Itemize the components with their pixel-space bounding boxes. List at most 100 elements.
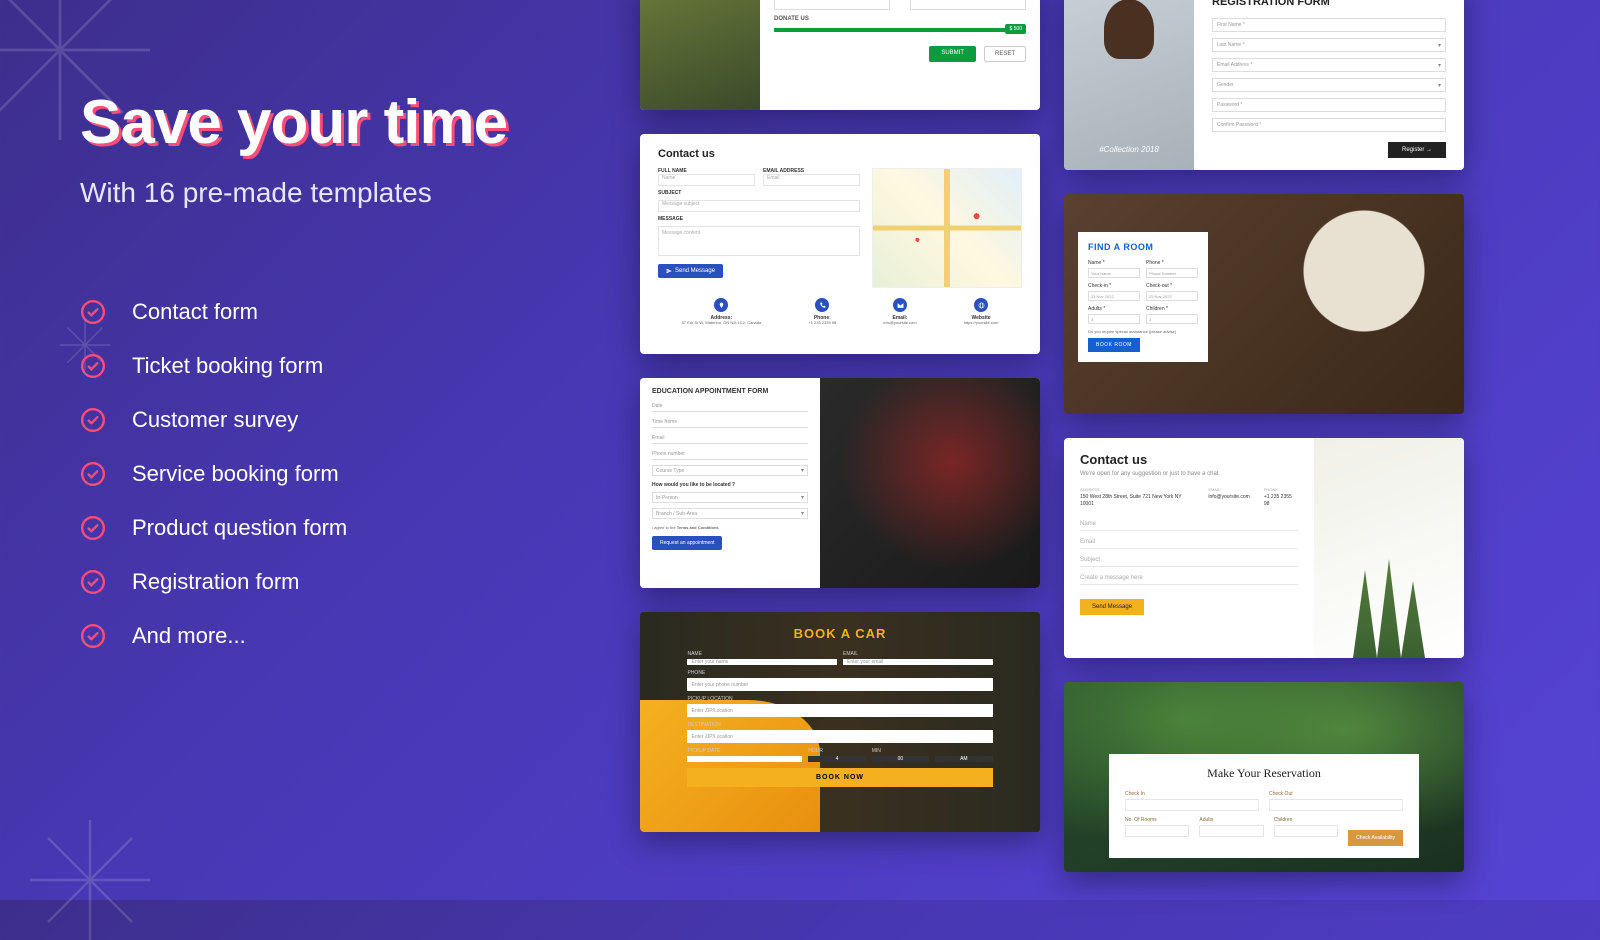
feature-label: Contact form [132, 299, 258, 325]
phone-input[interactable]: Phone Number [1146, 268, 1198, 278]
feature-item: Product question form [80, 515, 640, 541]
phone-input[interactable] [774, 0, 890, 10]
terms-text: I agree to the Terms and Conditions [652, 525, 808, 530]
adults-label: Adults [1199, 817, 1263, 823]
phone-value: +1 235 2355 98 [1264, 494, 1298, 507]
children-select[interactable]: 3 [1146, 314, 1198, 324]
feature-item: Ticket booking form [80, 353, 640, 379]
reset-button[interactable]: RESET [984, 46, 1026, 62]
send-message-button[interactable]: Send Message [1080, 599, 1144, 615]
decor-star-icon [30, 820, 150, 940]
ampm-select[interactable]: AM [935, 756, 992, 762]
message-input[interactable]: Create a message here [1080, 571, 1298, 585]
checkin-input[interactable]: 23 Nov 2022 [1088, 291, 1140, 301]
address-label: ADDRESS [1080, 487, 1194, 492]
form-title: EDUCATION APPOINTMENT FORM [652, 388, 808, 395]
location-question: How would you like to be located ? [652, 482, 808, 488]
min-select[interactable]: 00 [872, 756, 929, 762]
request-appointment-button[interactable]: Request an appointment [652, 536, 722, 550]
template-book-car-form: BOOK A CAR NAMEEnter your name EMAILEnte… [640, 612, 1040, 832]
email-input[interactable]: Email [763, 174, 860, 186]
map-widget[interactable] [872, 168, 1022, 288]
name-input[interactable]: Name [1080, 517, 1298, 531]
donate-label: DONATE US [774, 16, 1026, 22]
template-contact-simple-form: Contact us We're open for any suggestion… [1064, 438, 1464, 658]
pickup-date-label: PICKUP DATE [687, 748, 802, 754]
course-select[interactable]: Course Type▾ [652, 465, 808, 476]
form-title: Contact us [1080, 452, 1298, 467]
gender-select[interactable]: Gender▾ [1212, 78, 1446, 92]
message-textarea[interactable]: Message content [658, 226, 860, 256]
check-circle-icon [80, 353, 106, 379]
rooms-select[interactable] [1125, 825, 1189, 837]
date-input[interactable]: Date [652, 401, 808, 412]
submit-button[interactable]: SUBMIT [929, 46, 976, 62]
feature-label: Customer survey [132, 407, 298, 433]
pickup-input[interactable]: Enter ZIP/Location [687, 704, 992, 717]
pickup-date-input[interactable] [687, 756, 802, 762]
time-input[interactable]: Time frame [652, 417, 808, 428]
hour-select[interactable]: 4 [808, 756, 865, 762]
fullname-input[interactable]: Name [658, 174, 755, 186]
children-select[interactable] [1274, 825, 1338, 837]
form-title: Contact us [658, 148, 1022, 160]
feature-label: And more... [132, 623, 246, 649]
template-education-form: EDUCATION APPOINTMENT FORM Date Time fra… [640, 378, 1040, 588]
register-button[interactable]: Register → [1388, 142, 1446, 158]
checkout-input[interactable] [1269, 799, 1403, 811]
name-input[interactable]: Your Name [1088, 268, 1140, 278]
book-room-button[interactable]: BOOK ROOM [1088, 338, 1140, 352]
checkin-input[interactable] [1125, 799, 1259, 811]
template-contact-map-form: Contact us FULL NAMEName EMAIL ADDRESSEm… [640, 134, 1040, 354]
adults-select[interactable] [1199, 825, 1263, 837]
template-side-image: #Collection 2018 [1064, 0, 1194, 170]
book-now-button[interactable]: BOOK NOW [687, 768, 992, 787]
phone-label: Phone * [1146, 260, 1198, 266]
password-input[interactable]: Password * [1212, 98, 1446, 112]
branch-select[interactable]: Branch / Sub-Area▾ [652, 508, 808, 519]
phone-value: +1 235 2355 98 [808, 321, 836, 326]
children-label: Children [1274, 817, 1338, 823]
feature-item: Contact form [80, 299, 640, 325]
donation-slider[interactable]: $ 500 [774, 28, 1026, 32]
form-title: FIND A ROOM [1088, 242, 1198, 252]
subject-label: SUBJECT [658, 190, 860, 196]
email-input[interactable]: Email Address *▾ [1212, 58, 1446, 72]
payable-input[interactable] [910, 0, 1026, 10]
template-gallery: PHONE NUMBER * PAYABLE AT DONATE US $ 50… [640, 0, 1600, 920]
phone-icon [815, 298, 829, 312]
adults-select[interactable]: 3 [1088, 314, 1140, 324]
form-title: REGISTRATION FORM [1212, 0, 1446, 8]
feature-label: Registration form [132, 569, 300, 595]
checkout-input[interactable]: 25 Nov 2022 [1146, 291, 1198, 301]
firstname-input[interactable]: First Name * [1212, 18, 1446, 32]
email-input[interactable]: Enter your email [843, 659, 993, 665]
subject-input[interactable]: Message subject [658, 200, 860, 212]
feature-label: Product question form [132, 515, 347, 541]
inperson-select[interactable]: In-Person▾ [652, 492, 808, 503]
lastname-input[interactable]: Last Name *▾ [1212, 38, 1446, 52]
check-availability-button[interactable]: Check Availability [1348, 830, 1403, 846]
phone-input[interactable]: Phone number [652, 449, 808, 460]
name-label: Name * [1088, 260, 1140, 266]
email-input[interactable]: Email [1080, 535, 1298, 549]
pin-icon [714, 298, 728, 312]
name-label: NAME [687, 651, 837, 657]
check-circle-icon [80, 515, 106, 541]
checkin-label: Check In [1125, 791, 1259, 797]
feature-label: Service booking form [132, 461, 339, 487]
template-side-image [640, 0, 760, 110]
ampm-label [935, 748, 992, 754]
confirm-password-input[interactable]: Confirm Password * [1212, 118, 1446, 132]
email-input[interactable]: Email [652, 433, 808, 444]
form-title: Make Your Reservation [1125, 766, 1403, 781]
send-message-button[interactable]: Send Message [658, 264, 723, 278]
subject-input[interactable]: Subject [1080, 553, 1298, 567]
feature-item: Service booking form [80, 461, 640, 487]
name-input[interactable]: Enter your name [687, 659, 837, 665]
template-side-image [1314, 438, 1464, 658]
phone-input[interactable]: Enter your phone number [687, 678, 992, 691]
template-side-image [820, 378, 1040, 588]
image-caption: #Collection 2018 [1099, 145, 1159, 154]
destination-input[interactable]: Enter ZIP/Location [687, 730, 992, 743]
